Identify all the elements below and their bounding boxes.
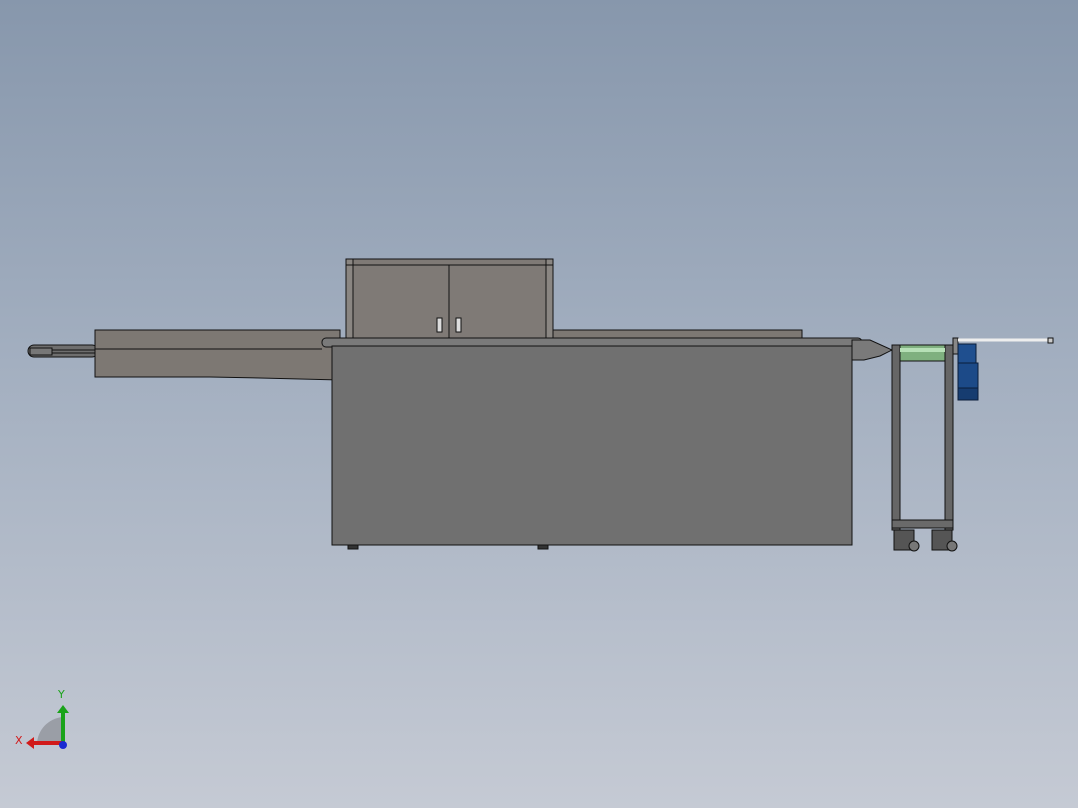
orientation-triad[interactable]: Y X [15,688,69,749]
model-canvas[interactable]: Y X [0,0,1078,808]
infeed-conveyor [27,329,341,381]
drive-motor [957,343,979,401]
x-axis-label: X [15,734,23,747]
cad-viewport[interactable]: Y X [0,0,1078,808]
triad-plane [37,717,63,744]
main-body [321,337,894,550]
upper-cabinet [345,258,554,340]
y-axis-label: Y [57,688,65,701]
rear-rail [552,329,803,339]
z-axis-dot [59,741,67,749]
